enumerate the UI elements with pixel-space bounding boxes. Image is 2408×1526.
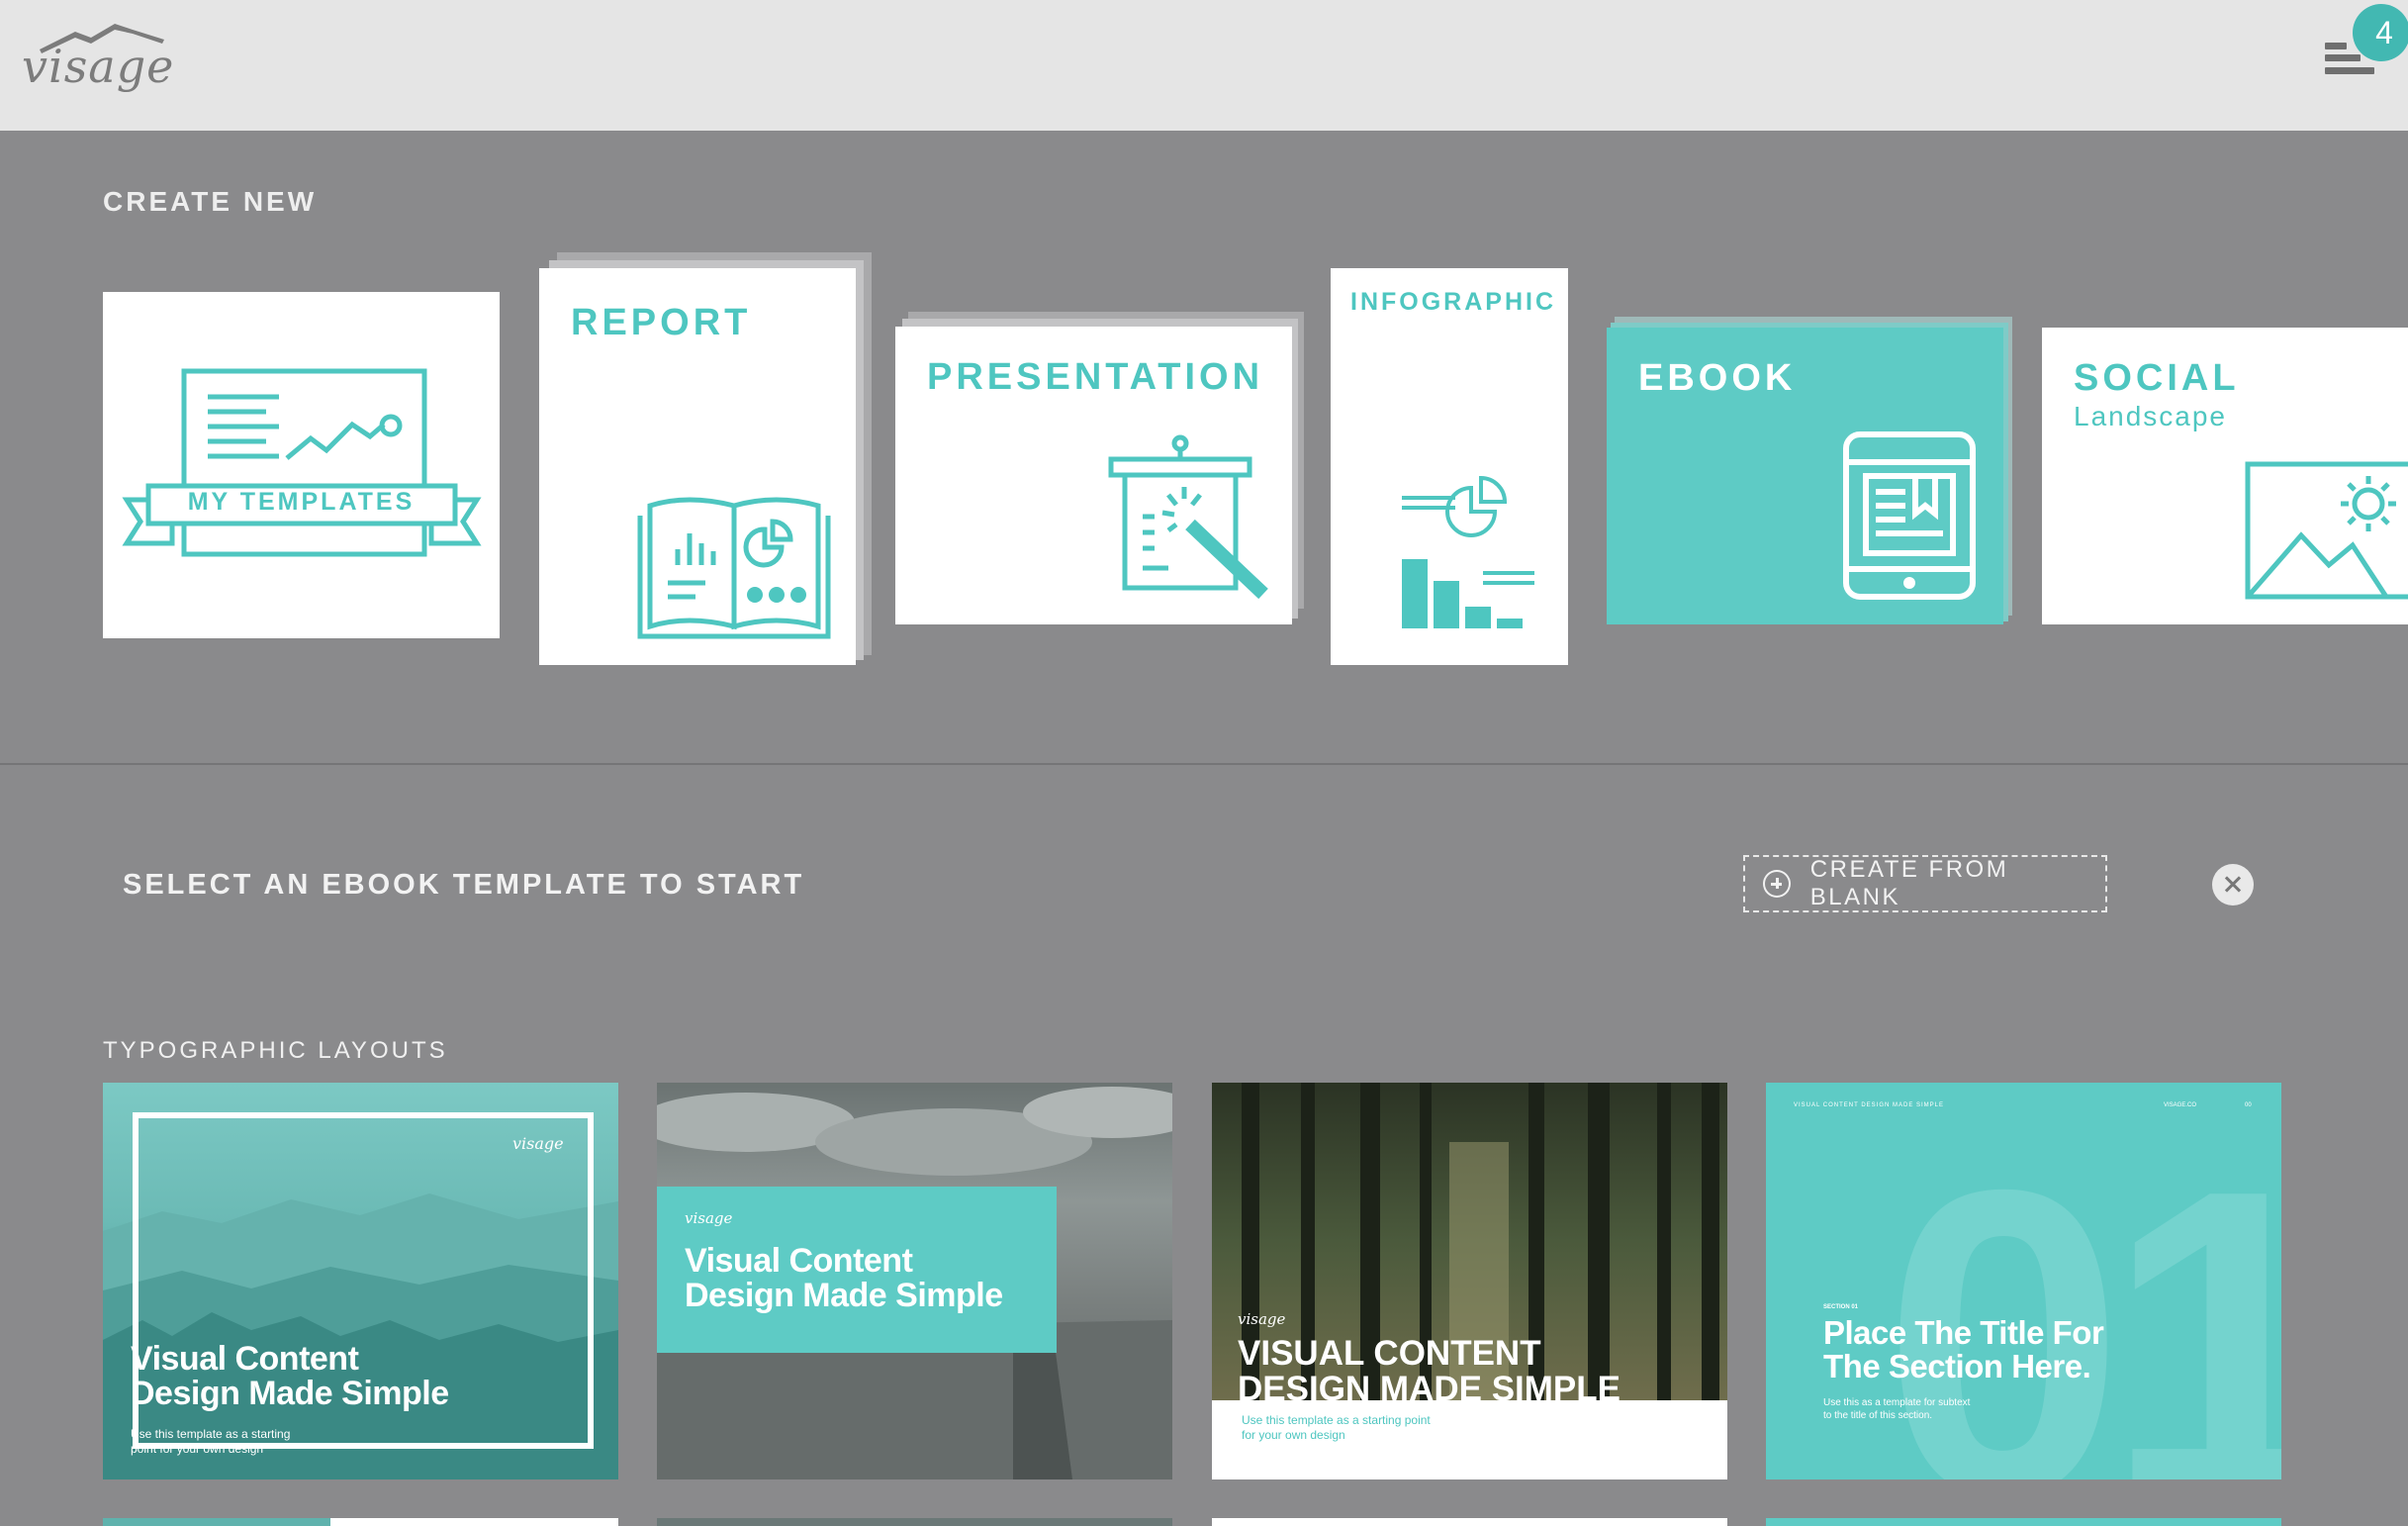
template-card[interactable]: visage VISUAL CONTENT DESIGN MADE SIMPLE… <box>1212 1083 1727 1479</box>
templates-banner-icon <box>122 368 482 557</box>
template-card[interactable]: visage Visual Content Design Made Simple… <box>103 1083 618 1479</box>
close-icon[interactable] <box>2212 864 2254 906</box>
card-infographic[interactable]: INFOGRAPHIC <box>1331 268 1568 665</box>
template-section-label: SECTION 01 <box>1823 1304 1859 1310</box>
template-subtitle-line: Use this template as a starting point <box>1242 1413 1431 1427</box>
logo-wordmark: visage <box>22 40 175 93</box>
template-big-number: 01 <box>1883 1100 2281 1480</box>
template-title-line: The Section Here. <box>1823 1347 2091 1384</box>
card-ebook[interactable]: EBOOK <box>1607 328 2003 624</box>
typographic-layouts-title: TYPOGRAPHIC LAYOUTS <box>103 1037 448 1064</box>
template-subtitle-line: to the title of this section. <box>1823 1409 1933 1421</box>
next-row-template-edge <box>330 1518 618 1526</box>
open-book-icon <box>637 497 831 639</box>
template-subtitle: Use this template as a starting point fo… <box>131 1427 290 1457</box>
card-report[interactable]: REPORT <box>539 268 856 665</box>
card-social[interactable]: SOCIAL Landscape <box>2042 328 2408 624</box>
template-title-line: Visual Content <box>131 1340 359 1378</box>
select-template-title: SELECT AN EBOOK TEMPLATE TO START <box>123 869 805 901</box>
template-card[interactable]: VISUAL CONTENT DESIGN MADE SIMPLE VISAGE… <box>1766 1083 2281 1479</box>
notification-badge[interactable]: 4 <box>2353 4 2408 61</box>
template-subtitle-line: for your own design <box>1242 1428 1345 1442</box>
visage-logo[interactable]: visage <box>18 18 173 97</box>
presentation-board-icon <box>1108 434 1268 600</box>
card-presentation[interactable]: PRESENTATION <box>895 327 1292 624</box>
template-title-line: Visual Content <box>685 1242 913 1280</box>
section-divider <box>0 763 2408 765</box>
template-title-line: Place The Title For <box>1823 1314 2104 1351</box>
template-title-line: VISUAL CONTENT <box>1238 1334 1541 1373</box>
template-subtitle-line: Use this as a template for subtext <box>1823 1397 1971 1408</box>
template-title: Place The Title For The Section Here. <box>1823 1314 2104 1384</box>
create-from-blank-label: CREATE FROM BLANK <box>1809 856 2009 910</box>
template-title: Visual Content Design Made Simple <box>131 1342 449 1410</box>
template-card[interactable]: visage Visual Content Design Made Simple <box>657 1083 1172 1479</box>
create-from-blank-button[interactable]: CREATE FROM BLANK <box>1743 855 2107 912</box>
template-logo: visage <box>685 1209 733 1227</box>
top-header: visage 4 <box>0 0 2408 131</box>
plus-circle-icon <box>1763 870 1791 898</box>
template-title: VISUAL CONTENT DESIGN MADE SIMPLE <box>1238 1336 1621 1406</box>
template-title-line: Design Made Simple <box>685 1276 1003 1314</box>
template-subtitle-line: Use this template as a starting <box>131 1427 291 1441</box>
landscape-image-icon <box>2245 461 2408 600</box>
card-label-my-templates: MY TEMPLATES <box>187 488 416 516</box>
next-row-template-edge <box>103 1518 330 1526</box>
template-subtitle: Use this template as a starting point fo… <box>1242 1413 1431 1443</box>
next-row-template-edge <box>657 1518 1172 1526</box>
next-row-template-edge <box>1766 1518 2281 1526</box>
template-title-line: Design Made Simple <box>131 1374 449 1412</box>
template-title: Visual Content Design Made Simple <box>685 1244 1003 1312</box>
template-logo: visage <box>1238 1310 1286 1328</box>
tablet-ebook-icon <box>1843 431 1976 600</box>
template-subtitle-line: point for your own design <box>131 1442 264 1456</box>
template-logo: visage <box>512 1134 564 1153</box>
infographic-chart-icon <box>1402 475 1534 628</box>
template-subtitle: Use this as a template for subtext to th… <box>1823 1397 1970 1422</box>
card-my-templates[interactable]: MY TEMPLATES <box>103 292 500 638</box>
create-new-title: CREATE NEW <box>103 186 318 217</box>
next-row-template-edge <box>1212 1518 1727 1526</box>
